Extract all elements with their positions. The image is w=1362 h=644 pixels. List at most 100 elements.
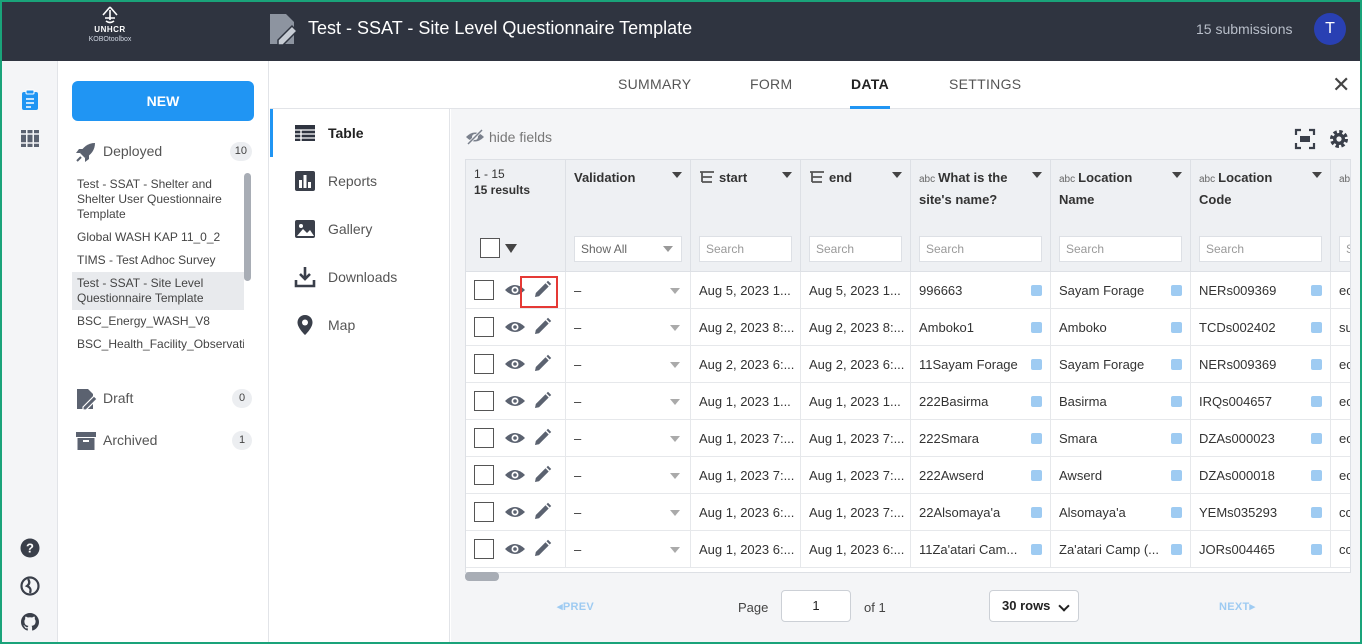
- expand-cell-icon[interactable]: [1311, 359, 1322, 370]
- edit-submission-pencil-icon[interactable]: [532, 539, 552, 559]
- validation-column-header[interactable]: Validation Show All: [566, 160, 691, 272]
- table-cell-validation[interactable]: –: [566, 494, 691, 531]
- row-select-checkbox[interactable]: [474, 465, 494, 485]
- view-submission-eye-icon[interactable]: [504, 467, 526, 483]
- page-number-input[interactable]: 1: [781, 590, 851, 622]
- expand-cell-icon[interactable]: [1311, 322, 1322, 333]
- tab-summary[interactable]: SUMMARY: [618, 76, 691, 92]
- expand-cell-icon[interactable]: [1311, 544, 1322, 555]
- row-select-checkbox[interactable]: [474, 428, 494, 448]
- draft-section[interactable]: Draft 0: [72, 386, 252, 412]
- expand-cell-icon[interactable]: [1031, 507, 1042, 518]
- table-cell-validation[interactable]: –: [566, 457, 691, 494]
- expand-cell-icon[interactable]: [1311, 396, 1322, 407]
- validation-dropdown-caret-icon[interactable]: [670, 436, 680, 442]
- table-cell-validation[interactable]: –: [566, 383, 691, 420]
- view-submission-eye-icon[interactable]: [504, 393, 526, 409]
- column-menu-caret-icon[interactable]: [672, 172, 682, 178]
- globe-icon[interactable]: [19, 575, 41, 597]
- view-submission-eye-icon[interactable]: [504, 319, 526, 335]
- table-cell-validation[interactable]: –: [566, 346, 691, 383]
- project-list-item[interactable]: BSC_Energy_WASH_V8: [72, 310, 244, 333]
- gear-icon[interactable]: [1327, 127, 1351, 151]
- location-code-column-header[interactable]: abc Location Code Search: [1191, 160, 1331, 272]
- expand-cell-icon[interactable]: [1031, 285, 1042, 296]
- select-all-checkbox[interactable]: [480, 238, 500, 258]
- expand-cell-icon[interactable]: [1171, 507, 1182, 518]
- table-cell-validation[interactable]: –: [566, 309, 691, 346]
- tab-data[interactable]: DATA: [851, 76, 889, 92]
- user-avatar[interactable]: T: [1314, 13, 1346, 45]
- expand-cell-icon[interactable]: [1311, 433, 1322, 444]
- bulk-actions-caret-icon[interactable]: [505, 244, 517, 253]
- project-list-item[interactable]: Global WASH KAP 11_0_2: [72, 226, 244, 249]
- expand-cell-icon[interactable]: [1311, 507, 1322, 518]
- end-search-input[interactable]: Search: [809, 236, 902, 262]
- validation-dropdown-caret-icon[interactable]: [670, 362, 680, 368]
- expand-cell-icon[interactable]: [1171, 470, 1182, 481]
- horizontal-scrollbar[interactable]: [465, 572, 499, 581]
- project-list-item[interactable]: TIMS - Test Adhoc Survey: [72, 249, 244, 272]
- help-icon[interactable]: ?: [19, 537, 41, 559]
- row-select-checkbox[interactable]: [474, 354, 494, 374]
- project-list-item[interactable]: Test - SSAT - Shelter and Shelter User Q…: [72, 173, 244, 226]
- edit-submission-pencil-icon[interactable]: [532, 465, 552, 485]
- column-menu-caret-icon[interactable]: [892, 172, 902, 178]
- validation-dropdown-caret-icon[interactable]: [670, 510, 680, 516]
- expand-cell-icon[interactable]: [1311, 285, 1322, 296]
- location-name-search-input[interactable]: Search: [1059, 236, 1182, 262]
- extra-search-input[interactable]: S: [1339, 236, 1350, 262]
- table-cell-validation[interactable]: –: [566, 420, 691, 457]
- row-select-checkbox[interactable]: [474, 280, 494, 300]
- rows-per-page-select[interactable]: 30 rows: [989, 590, 1079, 622]
- validation-dropdown-caret-icon[interactable]: [670, 473, 680, 479]
- next-page-button[interactable]: NEXT▸: [1219, 600, 1255, 613]
- data-menu-downloads[interactable]: Downloads: [270, 253, 449, 301]
- table-cell-validation[interactable]: –: [566, 272, 691, 309]
- column-menu-caret-icon[interactable]: [1032, 172, 1042, 178]
- view-submission-eye-icon[interactable]: [504, 504, 526, 520]
- row-select-checkbox[interactable]: [474, 317, 494, 337]
- row-select-checkbox[interactable]: [474, 539, 494, 559]
- unhcr-logo[interactable]: UNHCR KOBOtoolbox: [80, 6, 140, 54]
- expand-cell-icon[interactable]: [1171, 322, 1182, 333]
- validation-dropdown-caret-icon[interactable]: [670, 288, 680, 294]
- edit-submission-pencil-icon[interactable]: [532, 428, 552, 448]
- expand-cell-icon[interactable]: [1031, 433, 1042, 444]
- expand-cell-icon[interactable]: [1171, 396, 1182, 407]
- start-search-input[interactable]: Search: [699, 236, 792, 262]
- expand-cell-icon[interactable]: [1171, 544, 1182, 555]
- edit-submission-pencil-icon[interactable]: [532, 502, 552, 522]
- edit-submission-pencil-icon[interactable]: [532, 354, 552, 374]
- forms-icon[interactable]: [19, 89, 41, 111]
- column-menu-caret-icon[interactable]: [1312, 172, 1322, 178]
- data-menu-map[interactable]: Map: [270, 301, 449, 349]
- expand-cell-icon[interactable]: [1171, 359, 1182, 370]
- expand-cell-icon[interactable]: [1031, 470, 1042, 481]
- start-column-header[interactable]: start Search: [691, 160, 801, 272]
- edit-submission-pencil-icon[interactable]: [532, 317, 552, 337]
- view-submission-eye-icon[interactable]: [504, 430, 526, 446]
- project-list-item-selected[interactable]: Test - SSAT - Site Level Questionnaire T…: [72, 272, 244, 310]
- validation-dropdown-caret-icon[interactable]: [670, 547, 680, 553]
- prev-page-button[interactable]: ◂PREV: [557, 600, 594, 613]
- archived-section[interactable]: Archived 1: [72, 428, 252, 454]
- deployed-section[interactable]: Deployed 10: [72, 139, 252, 165]
- expand-cell-icon[interactable]: [1031, 359, 1042, 370]
- site-name-search-input[interactable]: Search: [919, 236, 1042, 262]
- expand-cell-icon[interactable]: [1031, 396, 1042, 407]
- expand-cell-icon[interactable]: [1171, 433, 1182, 444]
- expand-cell-icon[interactable]: [1031, 322, 1042, 333]
- column-menu-caret-icon[interactable]: [782, 172, 792, 178]
- close-icon[interactable]: ✕: [1332, 72, 1350, 98]
- extra-column-header[interactable]: abc S: [1331, 160, 1350, 272]
- row-select-checkbox[interactable]: [474, 391, 494, 411]
- validation-dropdown-caret-icon[interactable]: [670, 325, 680, 331]
- expand-cell-icon[interactable]: [1311, 470, 1322, 481]
- validation-dropdown-caret-icon[interactable]: [670, 399, 680, 405]
- location-name-column-header[interactable]: abc Location Name Search: [1051, 160, 1191, 272]
- sidebar-scrollbar[interactable]: [244, 173, 251, 281]
- data-menu-gallery[interactable]: Gallery: [270, 205, 449, 253]
- tab-form[interactable]: FORM: [750, 76, 792, 92]
- view-submission-eye-icon[interactable]: [504, 541, 526, 557]
